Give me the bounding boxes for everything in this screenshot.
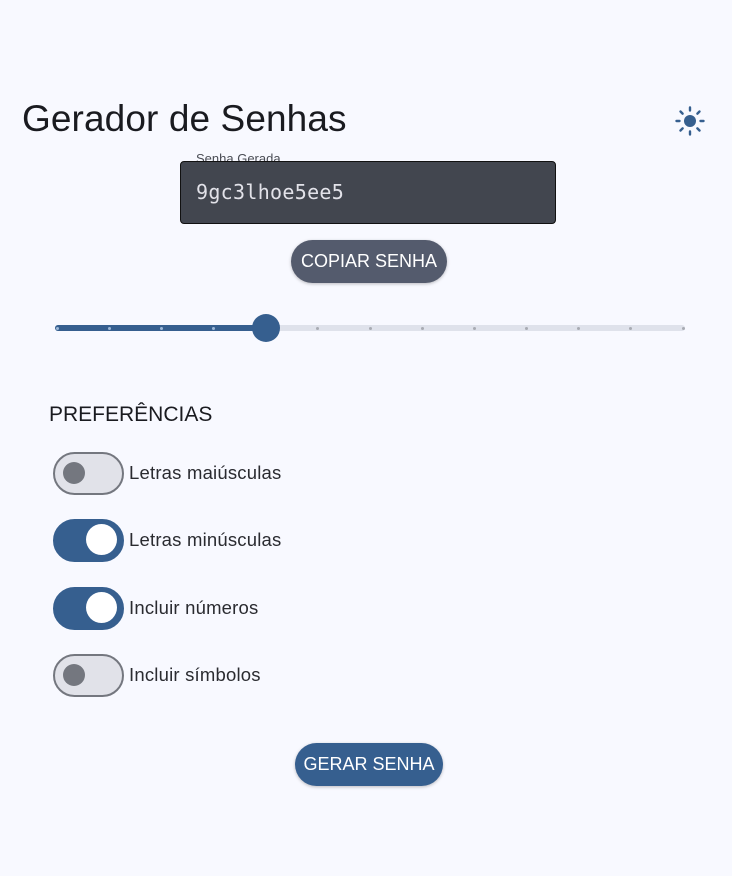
slider-tick-mark [472, 326, 476, 330]
page-title: Gerador de Senhas [22, 98, 347, 139]
slider-tick-mark [681, 326, 685, 330]
password-field-label: Senha Gerada [192, 152, 285, 161]
password-length-slider[interactable] [55, 314, 685, 342]
slider-tick-mark [525, 326, 528, 330]
switch-knob [63, 663, 85, 686]
slider-tick-mark [316, 326, 320, 330]
pref-row-symbols: Incluir símbolos [53, 653, 261, 697]
sun-icon [675, 106, 705, 136]
password-value[interactable]: 9gc3lhoe5ee5 [196, 180, 344, 204]
switch-knob [63, 461, 85, 484]
numbers-label: Incluir números [129, 597, 259, 618]
numbers-switch[interactable] [53, 586, 124, 630]
slider-tick-mark [368, 326, 372, 330]
switch-knob [86, 524, 117, 555]
lowercase-label: Letras minúsculas [129, 529, 282, 550]
uppercase-label: Letras maiúsculas [129, 462, 282, 483]
slider-tick-mark [55, 326, 59, 330]
slider-tick-mark [577, 326, 581, 330]
uppercase-switch[interactable] [53, 451, 124, 495]
symbols-label: Incluir símbolos [129, 664, 261, 685]
slider-tick-mark [629, 326, 633, 330]
switch-knob [86, 592, 117, 623]
lowercase-switch[interactable] [53, 518, 124, 562]
generate-password-button[interactable]: GERAR SENHA [295, 743, 443, 786]
preferences-title: PREFERÊNCIAS [49, 403, 213, 426]
slider-tick-mark [107, 326, 111, 330]
symbols-switch[interactable] [53, 653, 124, 697]
theme-toggle-button[interactable] [672, 103, 708, 139]
copy-password-button[interactable]: COPIAR SENHA [291, 240, 447, 283]
pref-row-lowercase: Letras minúsculas [53, 518, 282, 562]
pref-row-numbers: Incluir números [53, 586, 258, 630]
slider-tick-mark [420, 326, 424, 330]
slider-thumb[interactable] [251, 314, 280, 342]
slider-tick-mark [212, 326, 215, 330]
slider-tick-mark [159, 326, 163, 330]
pref-row-uppercase: Letras maiúsculas [53, 451, 282, 495]
